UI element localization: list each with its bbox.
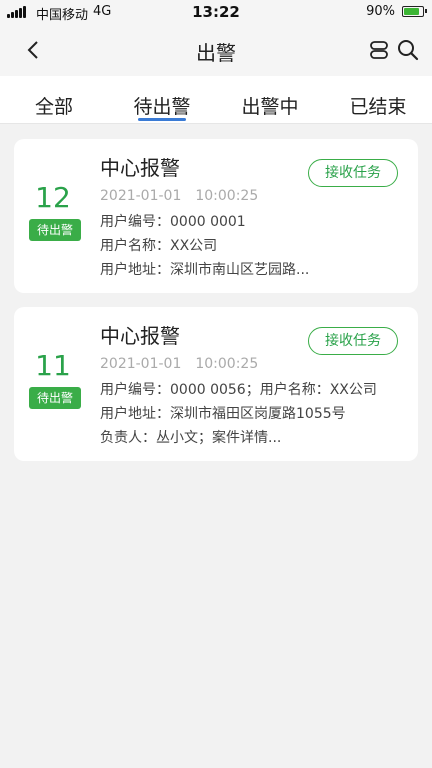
nav-bar: 出警 <box>0 24 432 76</box>
battery-icon <box>402 6 427 17</box>
user-id: 用户编号：0000 0001 <box>100 214 246 230</box>
battery-percent: 90% <box>366 4 395 19</box>
alarm-time: 2021-01-01 10:00:25 <box>100 188 259 204</box>
accept-task-button[interactable]: 接收任务 <box>308 159 398 187</box>
accept-task-button[interactable]: 接收任务 <box>308 327 398 355</box>
status-bar: 中国移动 4G 13:22 90% <box>0 0 432 24</box>
person-in-charge: 负责人：丛小文；案件详情... <box>100 430 282 446</box>
user-address: 用户地址：深圳市南山区艺园路... <box>100 262 310 278</box>
tab-bar: 全部 待出警 出警中 已结束 <box>0 76 432 124</box>
status-badge: 待出警 <box>29 219 81 241</box>
search-icon[interactable] <box>396 38 420 62</box>
alarm-count: 11 <box>35 349 71 382</box>
user-name: 用户名称：XX公司 <box>100 238 218 254</box>
alarm-title: 中心报警 <box>100 156 180 180</box>
alarm-card[interactable]: 11 待出警 中心报警 2021-01-01 10:00:25 用户编号：000… <box>14 307 418 461</box>
alarm-card[interactable]: 12 待出警 中心报警 2021-01-01 10:00:25 用户编号：000… <box>14 139 418 293</box>
user-address: 用户地址：深圳市福田区岗厦路1055号 <box>100 406 346 422</box>
back-arrow-icon[interactable] <box>22 38 46 62</box>
tab-finished[interactable]: 已结束 <box>324 76 432 123</box>
alarm-count: 12 <box>35 181 71 214</box>
tab-pending-dispatch[interactable]: 待出警 <box>108 76 216 123</box>
alarm-title: 中心报警 <box>100 324 180 348</box>
tab-all[interactable]: 全部 <box>0 76 108 123</box>
status-badge: 待出警 <box>29 387 81 409</box>
alarm-time: 2021-01-01 10:00:25 <box>100 356 259 372</box>
user-id-and-name: 用户编号：0000 0056；用户名称：XX公司 <box>100 382 377 398</box>
filter-icon[interactable] <box>368 39 390 61</box>
tab-dispatching[interactable]: 出警中 <box>216 76 324 123</box>
